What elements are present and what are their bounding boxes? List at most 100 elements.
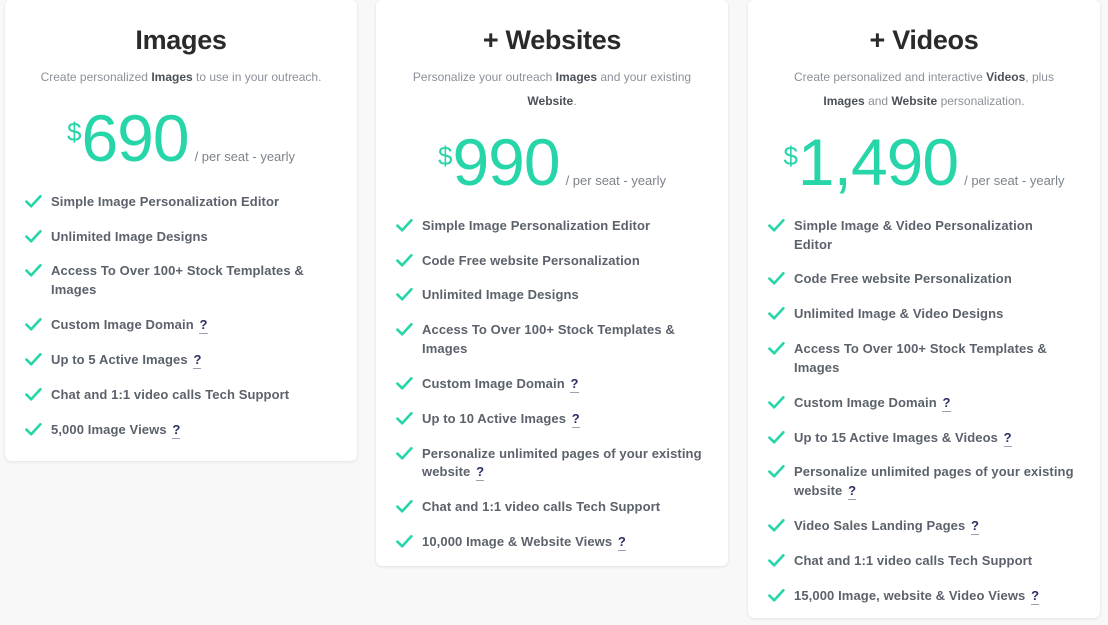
pricing-card-images: Images Create personalized Images to use… xyxy=(5,0,357,461)
question-mark-icon[interactable]: ? xyxy=(172,421,181,439)
check-icon xyxy=(768,430,785,445)
question-mark-icon[interactable]: ? xyxy=(1003,429,1012,447)
plan-subtitle: Personalize your outreach Images and you… xyxy=(376,56,728,113)
subtitle-text: , plus xyxy=(1025,69,1054,84)
check-icon xyxy=(396,218,413,233)
feature-item: Chat and 1:1 video calls Tech Support xyxy=(25,386,331,405)
feature-label: Unlimited Image & Video Designs xyxy=(794,306,1004,322)
check-icon xyxy=(25,229,42,244)
feature-label: 10,000 Image & Website Views ? xyxy=(422,534,626,552)
subtitle-keyword: Images xyxy=(555,69,598,84)
question-mark-icon[interactable]: ? xyxy=(476,464,485,482)
subtitle-text: to use in your outreach. xyxy=(192,69,322,84)
feature-item: Custom Image Domain ? xyxy=(768,394,1074,413)
feature-item: Video Sales Landing Pages ? xyxy=(768,517,1074,536)
price-period: / per seat - yearly xyxy=(964,172,1065,188)
feature-label: Access To Over 100+ Stock Templates & Im… xyxy=(422,322,675,357)
feature-item: Code Free website Personalization xyxy=(768,270,1074,289)
check-icon xyxy=(25,387,42,402)
check-icon xyxy=(396,411,413,426)
feature-item: Up to 10 Active Images ? xyxy=(396,410,702,429)
feature-label: Chat and 1:1 video calls Tech Support xyxy=(794,552,1033,568)
subtitle-keyword: Images xyxy=(823,93,865,108)
subtitle-text: Create personalized and interactive xyxy=(794,69,987,84)
feature-item: Chat and 1:1 video calls Tech Support xyxy=(396,498,702,517)
price-amount: 690 xyxy=(81,100,189,175)
plan-subtitle: Create personalized Images to use in you… xyxy=(5,56,357,89)
question-mark-icon[interactable]: ? xyxy=(193,351,202,369)
feature-item: Unlimited Image Designs xyxy=(396,286,702,305)
question-mark-icon[interactable]: ? xyxy=(199,317,208,335)
currency-symbol: $ xyxy=(783,140,798,171)
feature-label: Unlimited Image Designs xyxy=(51,228,208,244)
feature-item: Access To Over 100+ Stock Templates & Im… xyxy=(25,262,331,300)
feature-item: Chat and 1:1 video calls Tech Support xyxy=(768,552,1074,571)
question-mark-icon[interactable]: ? xyxy=(571,410,580,428)
feature-label: Video Sales Landing Pages ? xyxy=(794,518,980,536)
feature-item: 10,000 Image & Website Views ? xyxy=(396,533,702,552)
pricing-card-videos: + Videos Create personalized and interac… xyxy=(748,0,1100,618)
check-icon xyxy=(396,535,413,549)
feature-item: 5,000 Image Views ? xyxy=(25,421,331,440)
feature-label: Custom Image Domain ? xyxy=(51,317,208,335)
feature-label: Unlimited Image Designs xyxy=(422,287,579,303)
subtitle-text: Personalize your outreach xyxy=(412,69,556,84)
check-icon xyxy=(768,465,785,479)
subtitle-text: and xyxy=(864,93,892,108)
feature-label: Personalize unlimited pages of your exis… xyxy=(422,445,702,482)
check-icon xyxy=(768,218,785,233)
question-mark-icon[interactable]: ? xyxy=(848,483,857,501)
feature-item: Access To Over 100+ Stock Templates & Im… xyxy=(768,340,1074,378)
check-icon xyxy=(768,519,785,533)
price-amount: 1,490 xyxy=(797,124,959,199)
check-icon xyxy=(768,588,785,603)
plan-title: Images xyxy=(135,25,227,55)
feature-item: Access To Over 100+ Stock Templates & Im… xyxy=(396,321,702,359)
question-mark-icon[interactable]: ? xyxy=(971,518,980,536)
feature-item: Simple Image Personalization Editor xyxy=(25,193,331,212)
feature-label: Simple Image Personalization Editor xyxy=(51,193,280,209)
feature-label: Code Free website Personalization xyxy=(422,252,640,268)
subtitle-keyword: Videos xyxy=(986,69,1026,84)
feature-label: Simple Image Personalization Editor xyxy=(422,217,651,233)
feature-item: Up to 15 Active Images & Videos ? xyxy=(768,429,1074,448)
feature-list: Simple Image & Video Personalization Edi… xyxy=(748,195,1100,606)
question-mark-icon[interactable]: ? xyxy=(570,375,579,393)
question-mark-icon[interactable]: ? xyxy=(1031,587,1040,605)
subtitle-keyword: Images xyxy=(151,69,193,84)
feature-label: Up to 15 Active Images & Videos ? xyxy=(794,429,1012,447)
plan-subtitle: Create personalized and interactive Vide… xyxy=(748,56,1100,113)
price-amount: 990 xyxy=(452,124,560,199)
check-icon xyxy=(396,253,413,268)
feature-list: Simple Image Personalization Editor Code … xyxy=(376,195,728,552)
check-icon xyxy=(768,553,785,568)
feature-item: Custom Image Domain ? xyxy=(25,316,331,335)
feature-label: Access To Over 100+ Stock Templates & Im… xyxy=(794,341,1047,375)
currency-symbol: $ xyxy=(66,116,82,147)
feature-label: 15,000 Image, website & Video Views ? xyxy=(794,587,1040,605)
feature-item: 15,000 Image, website & Video Views ? xyxy=(768,587,1074,606)
check-icon xyxy=(396,376,413,391)
currency-symbol: $ xyxy=(437,140,453,171)
subtitle-text: personalization. xyxy=(937,93,1025,108)
question-mark-icon[interactable]: ? xyxy=(617,534,626,552)
subtitle-text: . xyxy=(573,93,577,108)
check-icon xyxy=(768,307,785,321)
subtitle-text: Create personalized xyxy=(40,69,152,84)
price-row: $ 1,490 / per seat - yearly xyxy=(748,113,1100,195)
pricing-card-websites: + Websites Personalize your outreach Ima… xyxy=(376,0,728,566)
feature-list: Simple Image Personalization Editor Unlim… xyxy=(5,171,357,440)
question-mark-icon[interactable]: ? xyxy=(942,394,951,412)
check-icon xyxy=(25,264,42,278)
check-icon xyxy=(768,395,785,410)
feature-label: Chat and 1:1 video calls Tech Support xyxy=(51,386,290,402)
check-icon xyxy=(396,288,413,302)
check-icon xyxy=(768,272,785,286)
price-row: $ 690 / per seat - yearly xyxy=(5,89,357,171)
check-icon xyxy=(396,323,413,337)
plan-title: + Videos xyxy=(869,25,979,55)
feature-item: Code Free website Personalization xyxy=(396,252,702,271)
plan-title: + Websites xyxy=(482,25,622,55)
feature-item: Personalize unlimited pages of your exis… xyxy=(768,463,1074,501)
feature-item: Personalize unlimited pages of your exis… xyxy=(396,445,702,483)
